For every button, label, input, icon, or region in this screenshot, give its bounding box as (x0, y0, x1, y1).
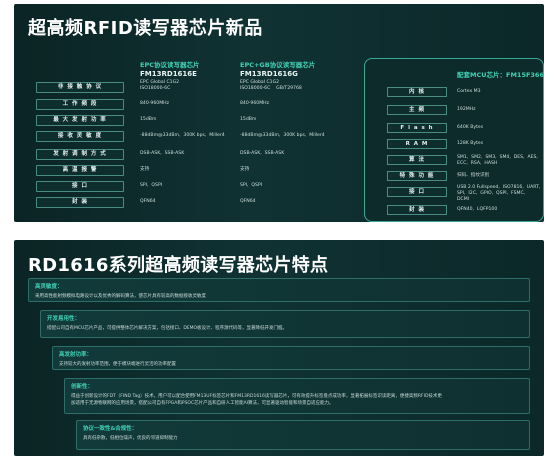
chip1-series: EPC协议读写器芯片 (140, 61, 200, 69)
chip2-series: EPC+GB协议读写器芯片 (240, 61, 316, 69)
product-panel: 超高频RFID读写器芯片新品 EPC协议读写器芯片 FM13RD1616E EP… (14, 4, 544, 222)
spec-label: 封 装 (36, 197, 124, 208)
chip2-spec-value: -88dBm@33dBm, 300K bps, Miller4 (240, 133, 325, 138)
chip2-spec-value: QFN64 (240, 199, 256, 204)
chip1-spec-value: SPI, QSPI (140, 183, 163, 188)
chip2-spec-value: 支持 (240, 167, 250, 172)
mcu-spec-label: 主 频 (387, 105, 447, 115)
feature-title: 创新性： (71, 384, 94, 390)
spec-label: 最 大 发 射 功 率 (36, 115, 124, 126)
feature-card: 协议一致性&合规性： 具有低杂散，低相位噪声，优良的邻道抑制能力 (76, 420, 530, 450)
mcu-panel: 配套MCU芯片：FM15F366 内 核 Cortex M3 主 频 192MHz F … (364, 58, 544, 222)
mcu-spec-label: 封 装 (387, 205, 447, 215)
mcu-spec-value: 扫码、指纹识别 (457, 173, 490, 178)
panel-title: 超高频RFID读写器芯片新品 (28, 18, 263, 39)
mcu-spec-value: 192MHz (457, 107, 476, 112)
mcu-spec-label: 特 殊 功 能 (387, 171, 447, 181)
chip1-spec-value: QFN64 (140, 199, 156, 204)
chip2-spec-value: DSB-ASK, SSB-ASK (240, 151, 285, 156)
chip2-spec-value: 840-960MHz (240, 101, 270, 106)
spec-label: 非 接 触 协 议 (36, 82, 124, 93)
feature-card: 创新性： 得益于创新设计的FDT（FIND Tag）技术，用户可以配合使用FM13… (64, 378, 530, 414)
feature-description: 搭配公司自有MCU芯片产品，可提供整体芯片解决方案，包括接口、DEMO板设计、程… (47, 326, 288, 331)
mcu-spec-value: USB 2.0 Fullspeed, ISO7816, UART, SPI, I… (457, 185, 541, 202)
spec-label: 高 温 报 警 (36, 165, 124, 176)
feature-description: 支持较大的发射功率范围，便于模块端进行灵活的功率配置 (59, 362, 176, 367)
mcu-spec-value: 128K Bytes (457, 141, 484, 146)
feature-card: 开发易用性： 搭配公司自有MCU芯片产品，可提供整体芯片解决方案，包括接口、DEM… (40, 310, 530, 338)
feature-description: 具有低杂散，低相位噪声，优良的邻道抑制能力 (83, 436, 178, 441)
chip2-spec-value: 15dBm (240, 117, 257, 122)
feature-title: 高发射功率： (59, 352, 93, 358)
chip2-spec-value: EPC Global C1G2 ISO18000-6C GB/T29768 (240, 80, 302, 91)
chip2-model: FM13RD1616G (240, 70, 298, 78)
chip1-model: FM13RD1616E (140, 70, 197, 78)
feature-title: 高灵敏度： (35, 284, 63, 290)
feature-description: 采用高性能射频模拟电路设计以及优秀的解码算法，使芯片具有较高的数据接收灵敏度 (35, 294, 206, 299)
chip1-spec-value: -88dBm@33dBm, 300K bps, Miller4 (140, 133, 225, 138)
mcu-spec-value: 640K Bytes (457, 125, 484, 130)
spec-label: 接 口 (36, 181, 124, 192)
mcu-spec-label: 内 核 (387, 87, 447, 97)
chip1-spec-value: EPC Global C1G2 ISO18000-6C (140, 80, 180, 91)
mcu-spec-label: F l a s h (387, 123, 447, 133)
feature-card: 高发射功率： 支持较大的发射功率范围，便于模块端进行灵活的功率配置 (52, 346, 530, 370)
chip1-spec-value: 支持 (140, 167, 150, 172)
chip1-spec-value: DSB-ASK, SSB-ASK (140, 151, 185, 156)
chip1-spec-value: 15dBm (140, 117, 157, 122)
mcu-title: 配套MCU芯片：FM15F366 (457, 71, 544, 79)
feature-card: 高灵敏度： 采用高性能射频模拟电路设计以及优秀的解码算法，使芯片具有较高的数据接收… (28, 278, 530, 302)
chip2-spec-value: SPI, QSPI (240, 183, 263, 188)
feature-title: 协议一致性&合规性： (83, 426, 138, 432)
mcu-spec-label: R A M (387, 139, 447, 149)
features-panel: RD1616系列超高频读写器芯片特点 高灵敏度： 采用高性能射频模拟电路设计以及优… (14, 240, 544, 456)
mcu-spec-value: QFN40, LQFP100 (457, 207, 498, 212)
feature-description: 得益于创新设计的FDT（FIND Tag）技术，用户可以配合使用FM13UF标签… (71, 394, 442, 406)
spec-label: 发 射 调 制 方 式 (36, 149, 124, 160)
mcu-spec-value: SM1, SM2, SM3, SM4, DES, AES, ECC, RSA, … (457, 155, 538, 166)
mcu-spec-label: 接 口 (387, 187, 447, 197)
spec-label: 接 收 灵 敏 度 (36, 131, 124, 142)
chip1-spec-value: 840-960MHz (140, 101, 170, 106)
mcu-spec-label: 算 法 (387, 155, 447, 165)
spec-label: 工 作 频 段 (36, 99, 124, 110)
mcu-spec-value: Cortex M3 (457, 89, 481, 94)
panel-title: RD1616系列超高频读写器芯片特点 (28, 255, 329, 276)
feature-title: 开发易用性： (47, 316, 81, 322)
